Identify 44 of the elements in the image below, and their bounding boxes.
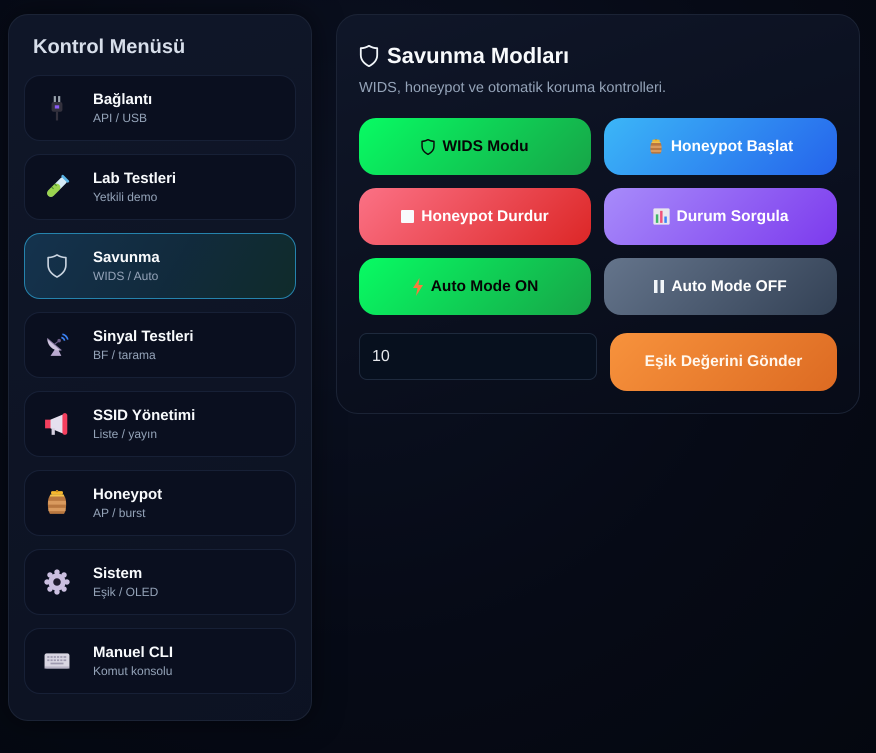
gear-icon bbox=[44, 569, 70, 595]
honey-pot-icon bbox=[648, 138, 664, 154]
sidebar-item-title: Manuel CLI bbox=[93, 644, 174, 662]
shield-icon bbox=[421, 138, 436, 154]
shield-icon bbox=[359, 45, 379, 67]
sidebar-item-title: Lab Testleri bbox=[93, 170, 176, 188]
honeypot-stop-button[interactable]: Honeypot Durdur bbox=[359, 188, 591, 245]
pause-icon bbox=[654, 280, 664, 293]
sidebar-item-subtitle: Eşik / OLED bbox=[93, 584, 158, 600]
sidebar-item-subtitle: API / USB bbox=[93, 110, 148, 126]
lightning-icon bbox=[412, 278, 424, 296]
sidebar-item-subtitle: Liste / yayın bbox=[93, 426, 158, 442]
sidebar-item-subtitle: WIDS / Auto bbox=[93, 268, 158, 284]
sidebar-item-title: Sistem bbox=[93, 564, 142, 582]
sidebar-item-subtitle: AP / burst bbox=[93, 506, 146, 520]
sidebar-item-subtitle: Yetkili demo bbox=[93, 190, 158, 204]
sidebar-item-title: Bağlantı bbox=[93, 90, 152, 108]
sidebar-item[interactable]: Honeypot AP / burst bbox=[24, 470, 296, 536]
sidebar-item[interactable]: Sistem Eşik / OLED bbox=[24, 549, 296, 615]
sidebar-item[interactable]: Lab Testleri Yetkili demo bbox=[24, 154, 296, 220]
satellite-dish-icon bbox=[44, 332, 70, 358]
panel-subtitle: WIDS, honeypot ve otomatik koruma kontrolleri. bbox=[359, 79, 668, 97]
megaphone-icon bbox=[44, 411, 70, 437]
wids-mode-button[interactable]: WIDS Modu bbox=[359, 118, 591, 175]
sidebar-item[interactable]: Manuel CLI Komut konsolu bbox=[24, 628, 296, 694]
threshold-input[interactable]: 10 bbox=[359, 333, 597, 380]
sidebar-title: Kontrol Menüsü bbox=[33, 35, 186, 59]
honeypot-start-button[interactable]: Honeypot Başlat bbox=[604, 118, 837, 175]
sidebar-item-subtitle: BF / tarama bbox=[93, 348, 156, 362]
sidebar-item-title: Honeypot bbox=[93, 486, 162, 504]
sidebar-item[interactable]: SSID Yönetimi Liste / yayın bbox=[24, 391, 296, 457]
stop-icon bbox=[401, 210, 414, 223]
sidebar-item[interactable]: Savunma WIDS / Auto bbox=[24, 233, 296, 299]
sidebar-item[interactable]: Bağlantı API / USB bbox=[24, 75, 296, 141]
panel-title: Savunma Modları bbox=[387, 42, 570, 70]
sidebar-item[interactable]: Sinyal Testleri BF / tarama bbox=[24, 312, 296, 378]
auto-mode-off-button[interactable]: Auto Mode OFF bbox=[604, 258, 837, 315]
sidebar-item-title: Sinyal Testleri bbox=[93, 328, 194, 346]
sidebar-item-title: SSID Yönetimi bbox=[93, 406, 196, 424]
auto-mode-on-button[interactable]: Auto Mode ON bbox=[359, 258, 591, 315]
sidebar-item-title: Savunma bbox=[93, 248, 160, 266]
sidebar-item-subtitle: Komut konsolu bbox=[93, 664, 172, 678]
status-query-button[interactable]: Durum Sorgula bbox=[604, 188, 837, 245]
bar-chart-icon bbox=[652, 208, 670, 225]
